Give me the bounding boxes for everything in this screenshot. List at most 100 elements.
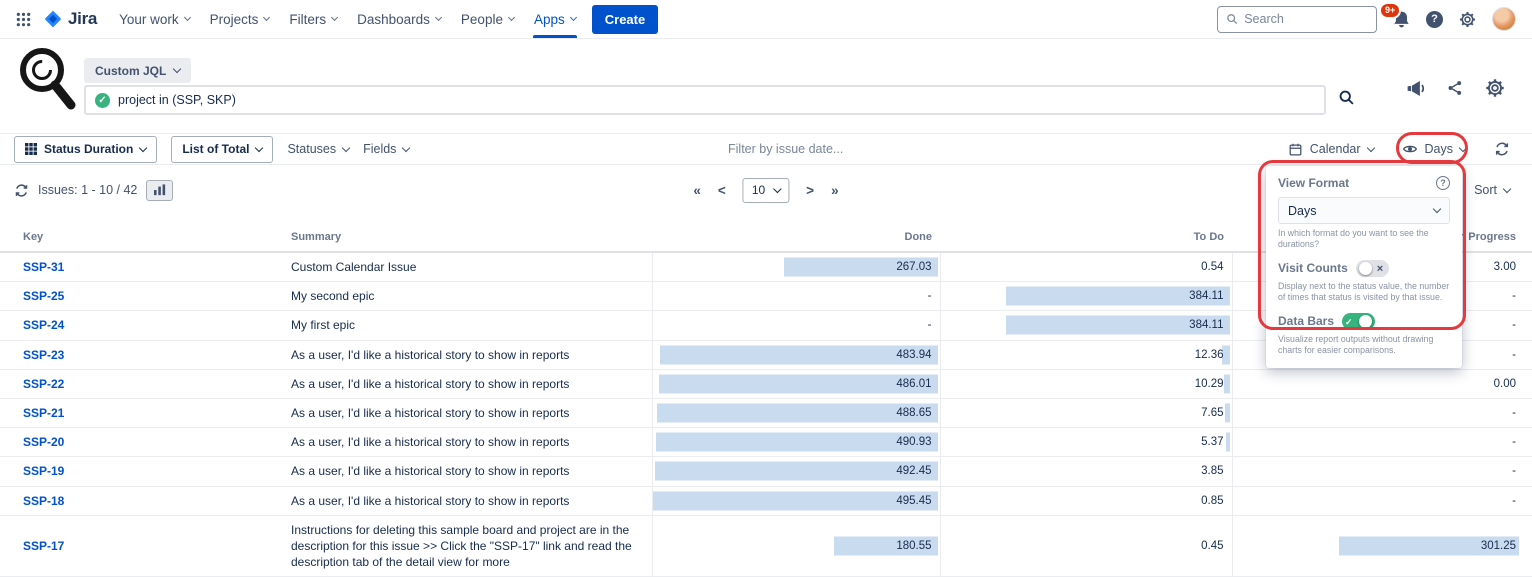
format-select[interactable]: Days [1278, 197, 1450, 224]
settings-button[interactable] [1458, 10, 1477, 29]
global-search-input[interactable] [1244, 12, 1368, 26]
table-row: SSP-17 Instructions for deleting this sa… [0, 515, 1532, 577]
grid-icon [16, 12, 31, 27]
todo-value: 12.36 [1195, 349, 1224, 361]
visit-counts-toggle[interactable] [1356, 260, 1389, 277]
valid-query-check-icon [95, 93, 110, 108]
column-header-done[interactable]: Done [652, 226, 940, 252]
panel-title: View Format [1278, 176, 1349, 190]
issue-key-link[interactable]: SSP-25 [23, 289, 64, 303]
last-page-button[interactable] [831, 183, 839, 198]
nav-item-dashboards[interactable]: Dashboards [347, 0, 451, 38]
column-header-summary[interactable]: Summary [283, 226, 652, 252]
nav-item-apps[interactable]: Apps [524, 0, 586, 38]
in-progress-value: - [1512, 349, 1516, 361]
issue-key-link[interactable]: SSP-17 [23, 539, 64, 553]
issue-key-link[interactable]: SSP-24 [23, 318, 64, 332]
refresh-icon [14, 183, 29, 198]
issue-key-link[interactable]: SSP-22 [23, 377, 64, 391]
eye-icon [1402, 141, 1418, 157]
column-header-todo[interactable]: To Do [940, 226, 1232, 252]
date-filter-input[interactable] [728, 142, 918, 156]
run-query-button[interactable] [1338, 89, 1355, 106]
todo-cell: 12.36 [940, 340, 1232, 369]
in-progress-value: - [1512, 465, 1516, 477]
issue-key-link[interactable]: SSP-31 [23, 260, 64, 274]
statuses-dropdown[interactable]: Statuses [287, 142, 349, 156]
view-format-dropdown[interactable]: Days [1402, 141, 1466, 157]
fields-dropdown[interactable]: Fields [363, 142, 409, 156]
issue-key-link[interactable]: SSP-20 [23, 435, 64, 449]
in-progress-cell: - [1232, 457, 1532, 486]
issue-summary: As a user, I'd like a historical story t… [283, 428, 652, 457]
nav-item-projects[interactable]: Projects [200, 0, 280, 38]
view-mode-dropdown[interactable]: List of Total [171, 136, 273, 163]
in-progress-cell: - [1232, 486, 1532, 515]
issue-summary: As a user, I'd like a historical story t… [283, 457, 652, 486]
nav-item-your-work[interactable]: Your work [109, 0, 200, 38]
app-switcher-button[interactable] [10, 6, 37, 33]
report-settings-button[interactable] [1484, 77, 1506, 99]
help-circle-icon[interactable] [1436, 176, 1450, 190]
refresh-button[interactable] [14, 183, 29, 198]
jql-mode-dropdown[interactable]: Custom JQL [84, 58, 191, 83]
in-progress-cell: 0.00 [1232, 369, 1532, 398]
pagination: 10 [693, 178, 838, 203]
jql-input[interactable] [118, 93, 1315, 107]
table-row: SSP-18 As a user, I'd like a historical … [0, 486, 1532, 515]
sort-dropdown[interactable]: Sort [1474, 183, 1518, 197]
help-icon[interactable] [1426, 11, 1443, 28]
todo-value: 384.11 [1189, 290, 1223, 302]
report-toolbar: Status Duration List of Total Statuses F… [0, 133, 1532, 165]
todo-value: 3.85 [1201, 465, 1223, 477]
megaphone-icon [1405, 78, 1426, 99]
data-bars-toggle[interactable] [1342, 313, 1375, 330]
create-button[interactable]: Create [592, 5, 658, 34]
report-type-dropdown[interactable]: Status Duration [14, 136, 157, 163]
issue-summary: As a user, I'd like a historical story t… [283, 340, 652, 369]
calendar-icon [1288, 142, 1303, 157]
notifications-button[interactable]: 9+ [1392, 10, 1411, 29]
done-value: 490.93 [896, 436, 931, 448]
issue-key-link[interactable]: SSP-19 [23, 464, 64, 478]
cross-icon [1377, 261, 1383, 275]
sync-icon [1494, 141, 1510, 157]
global-search-box[interactable] [1217, 6, 1377, 33]
sync-button[interactable] [1494, 141, 1510, 157]
first-page-button[interactable] [693, 183, 701, 198]
issue-key-link[interactable]: SSP-21 [23, 406, 64, 420]
magnifier-logo-icon [16, 44, 78, 112]
results-left-group: Issues: 1 - 10 / 42 [14, 180, 173, 201]
todo-cell: 7.65 [940, 398, 1232, 427]
jira-logo-text: Jira [68, 9, 97, 29]
chevron-down-icon [1433, 205, 1441, 213]
chevron-down-icon [255, 143, 263, 151]
page-size-select[interactable]: 10 [743, 178, 789, 203]
in-progress-cell: - [1232, 398, 1532, 427]
chevron-down-icon [263, 14, 270, 21]
done-value: 492.45 [896, 465, 931, 477]
visit-counts-label: Visit Counts [1278, 261, 1348, 275]
nav-item-people[interactable]: People [451, 0, 524, 38]
user-avatar[interactable] [1492, 7, 1516, 31]
chart-view-button[interactable] [146, 180, 173, 201]
issue-key-link[interactable]: SSP-23 [23, 348, 64, 362]
data-bars-help-text: Visualize report outputs without drawing… [1278, 334, 1450, 357]
done-cell: 495.45 [652, 486, 940, 515]
announcements-button[interactable] [1405, 78, 1426, 99]
in-progress-value: 0.00 [1494, 378, 1516, 390]
in-progress-cell: 301.25 [1232, 515, 1532, 577]
issue-key-link[interactable]: SSP-18 [23, 494, 64, 508]
in-progress-value: - [1512, 436, 1516, 448]
format-select-value: Days [1288, 204, 1316, 218]
nav-item-filters[interactable]: Filters [279, 0, 347, 38]
previous-page-button[interactable] [718, 183, 726, 198]
jql-input-box [84, 85, 1326, 115]
todo-cell: 0.85 [940, 486, 1232, 515]
share-button[interactable] [1446, 79, 1464, 97]
jira-logo[interactable]: Jira [37, 9, 109, 29]
column-header-key[interactable]: Key [0, 226, 283, 252]
todo-value: 10.29 [1195, 378, 1224, 390]
next-page-button[interactable] [806, 183, 814, 198]
calendar-dropdown[interactable]: Calendar [1288, 142, 1374, 157]
